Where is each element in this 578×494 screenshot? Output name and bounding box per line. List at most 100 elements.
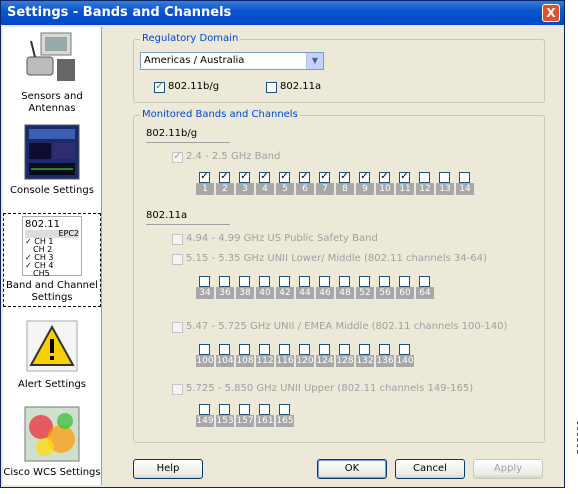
channel-checkbox[interactable]: 56 <box>376 276 394 299</box>
channel-checkbox-box[interactable] <box>319 276 330 287</box>
channel-checkbox-box[interactable] <box>259 404 270 415</box>
channel-checkbox-box[interactable]: ✓ <box>259 172 270 183</box>
channel-checkbox-box[interactable]: ✓ <box>279 172 290 183</box>
channel-checkbox[interactable]: 140 <box>396 344 414 367</box>
regulatory-domain-select[interactable]: Americas / Australia ▼ <box>140 52 324 70</box>
channel-checkbox[interactable]: 132 <box>356 344 374 367</box>
nav-console-settings[interactable]: Console Settings <box>3 123 101 203</box>
channel-checkbox[interactable]: 124 <box>316 344 334 367</box>
channel-checkbox-box[interactable] <box>439 172 450 183</box>
channel-checkbox-box[interactable] <box>259 344 270 355</box>
close-button[interactable]: X <box>542 4 560 22</box>
channel-checkbox[interactable]: ✓ 5 <box>276 172 294 195</box>
channel-checkbox[interactable]: ✓ 6 <box>296 172 314 195</box>
nav-cisco-wcs-settings[interactable]: Cisco WCS Settings <box>3 405 101 485</box>
channel-checkbox[interactable]: 44 <box>296 276 314 299</box>
channel-checkbox[interactable]: 157 <box>236 404 254 427</box>
channel-checkbox-box[interactable]: ✓ <box>339 172 350 183</box>
channel-checkbox-box[interactable]: ✓ <box>299 172 310 183</box>
channel-checkbox-box[interactable]: ✓ <box>219 172 230 183</box>
channel-checkbox[interactable]: 40 <box>256 276 274 299</box>
channel-checkbox-box[interactable] <box>219 404 230 415</box>
channel-checkbox[interactable]: 34 <box>196 276 214 299</box>
channel-checkbox-box[interactable] <box>259 276 270 287</box>
channel-checkbox[interactable]: 104 <box>216 344 234 367</box>
channel-checkbox[interactable]: ✓ 8 <box>336 172 354 195</box>
checkbox-80211bg[interactable]: ✓ <box>154 82 165 93</box>
channel-checkbox[interactable]: ✓ 7 <box>316 172 334 195</box>
channel-checkbox[interactable]: 108 <box>236 344 254 367</box>
channel-checkbox[interactable]: 46 <box>316 276 334 299</box>
channel-checkbox-box[interactable] <box>239 404 250 415</box>
channel-checkbox[interactable]: 12 <box>416 172 434 195</box>
channel-checkbox[interactable]: 128 <box>336 344 354 367</box>
channel-checkbox[interactable]: ✓ 1 <box>196 172 214 195</box>
channel-checkbox-box[interactable] <box>299 276 310 287</box>
channel-checkbox[interactable]: ✓ 11 <box>396 172 414 195</box>
cancel-button[interactable]: Cancel <box>395 459 465 479</box>
nav-alert-settings[interactable]: Alert Settings <box>3 317 101 397</box>
channel-checkbox-box[interactable] <box>279 344 290 355</box>
apply-button[interactable]: Apply <box>473 459 543 479</box>
channel-checkbox-box[interactable] <box>419 172 430 183</box>
channel-checkbox-box[interactable] <box>199 404 210 415</box>
channel-checkbox[interactable]: 161 <box>256 404 274 427</box>
channel-checkbox[interactable]: 165 <box>276 404 294 427</box>
channel-checkbox-box[interactable]: ✓ <box>199 172 210 183</box>
band-24ghz-checkbox[interactable]: ✓ <box>172 152 183 163</box>
channel-checkbox-box[interactable]: ✓ <box>399 172 410 183</box>
band-515-checkbox[interactable] <box>172 254 183 265</box>
channel-checkbox[interactable]: 13 <box>436 172 454 195</box>
channel-checkbox-box[interactable] <box>299 344 310 355</box>
channel-checkbox-box[interactable] <box>359 344 370 355</box>
channel-checkbox-box[interactable] <box>239 276 250 287</box>
channel-checkbox-box[interactable] <box>339 344 350 355</box>
nav-sensors-and-antennas[interactable]: Sensors and Antennas <box>3 29 101 117</box>
channel-checkbox-box[interactable] <box>279 276 290 287</box>
channel-checkbox[interactable]: 36 <box>216 276 234 299</box>
channel-checkbox-box[interactable] <box>379 344 390 355</box>
ok-button[interactable]: OK <box>317 459 387 479</box>
channel-checkbox-box[interactable] <box>399 344 410 355</box>
channel-checkbox-box[interactable] <box>199 276 210 287</box>
channel-checkbox-box[interactable] <box>219 276 230 287</box>
channel-checkbox[interactable]: 14 <box>456 172 474 195</box>
channel-checkbox[interactable]: 64 <box>416 276 434 299</box>
channel-checkbox-box[interactable] <box>199 344 210 355</box>
channel-checkbox-box[interactable] <box>319 344 330 355</box>
band-5725-checkbox[interactable] <box>172 384 183 395</box>
channel-checkbox-box[interactable] <box>379 276 390 287</box>
channel-checkbox[interactable]: ✓ 3 <box>236 172 254 195</box>
channel-checkbox-box[interactable]: ✓ <box>359 172 370 183</box>
channel-checkbox-box[interactable] <box>399 276 410 287</box>
channel-checkbox[interactable]: 116 <box>276 344 294 367</box>
channel-checkbox-box[interactable]: ✓ <box>239 172 250 183</box>
channel-checkbox[interactable]: ✓ 4 <box>256 172 274 195</box>
channel-checkbox-box[interactable] <box>239 344 250 355</box>
channel-checkbox[interactable]: 42 <box>276 276 294 299</box>
band-547-checkbox[interactable] <box>172 322 183 333</box>
channel-checkbox[interactable]: 100 <box>196 344 214 367</box>
channel-checkbox[interactable]: 149 <box>196 404 214 427</box>
channel-checkbox-box[interactable] <box>339 276 350 287</box>
channel-checkbox[interactable]: 48 <box>336 276 354 299</box>
checkbox-80211a[interactable] <box>266 82 277 93</box>
channel-checkbox[interactable]: 120 <box>296 344 314 367</box>
channel-checkbox-box[interactable] <box>419 276 430 287</box>
nav-band-and-channel-settings[interactable]: 802.11 EPC2 ✓ CH 1 CH 2 ✓ CH 3 ✓ CH 4 CH… <box>3 213 101 307</box>
band-494-checkbox[interactable] <box>172 234 183 245</box>
channel-checkbox[interactable]: 136 <box>376 344 394 367</box>
channel-checkbox[interactable]: ✓ 2 <box>216 172 234 195</box>
help-button[interactable]: Help <box>133 459 203 479</box>
channel-checkbox-box[interactable] <box>219 344 230 355</box>
channel-checkbox[interactable]: ✓ 9 <box>356 172 374 195</box>
channel-checkbox-box[interactable] <box>459 172 470 183</box>
channel-checkbox-box[interactable]: ✓ <box>379 172 390 183</box>
channel-checkbox[interactable]: 60 <box>396 276 414 299</box>
channel-checkbox[interactable]: 52 <box>356 276 374 299</box>
channel-checkbox[interactable]: 112 <box>256 344 274 367</box>
channel-checkbox[interactable]: 153 <box>216 404 234 427</box>
channel-checkbox[interactable]: ✓ 10 <box>376 172 394 195</box>
channel-checkbox-box[interactable] <box>279 404 290 415</box>
channel-checkbox-box[interactable]: ✓ <box>319 172 330 183</box>
